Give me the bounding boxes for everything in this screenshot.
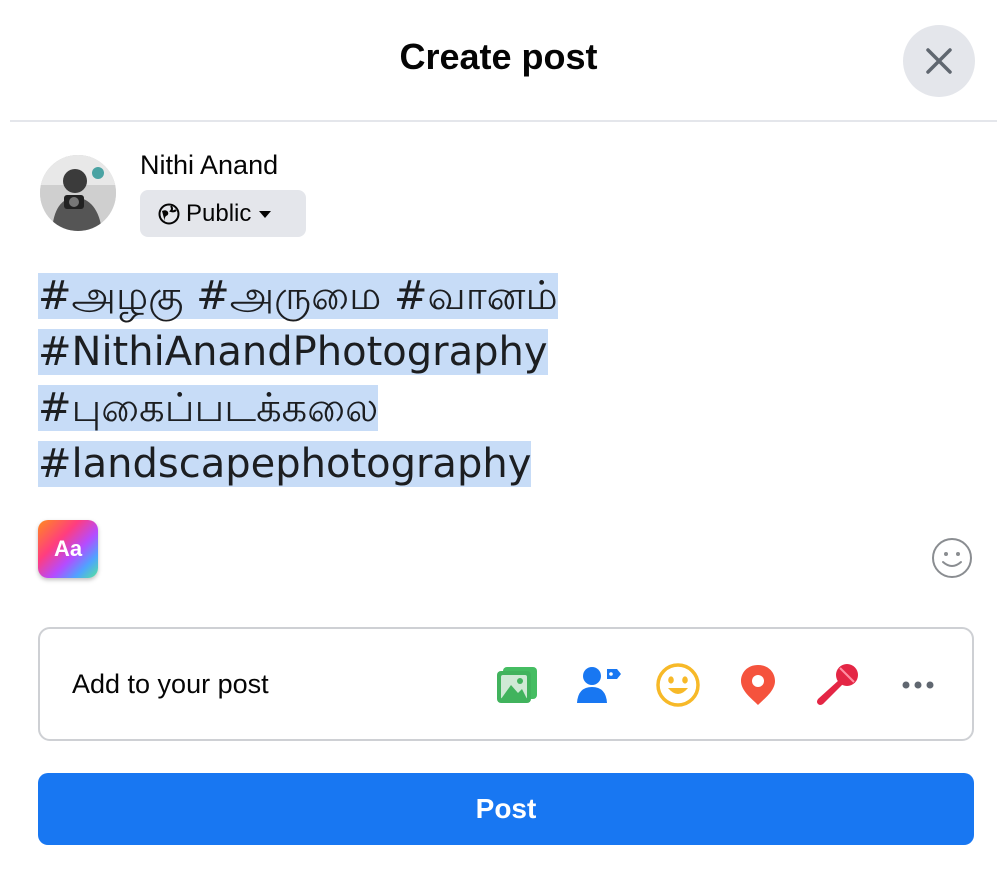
post-button[interactable]: Post <box>38 773 974 845</box>
close-icon <box>926 48 952 74</box>
feeling-activity-icon <box>656 663 700 707</box>
post-text-area[interactable]: #அழகு #அருமை #வானம் #NithiAnandPhotograp… <box>38 268 938 492</box>
avatar[interactable] <box>40 155 116 231</box>
privacy-label: Public <box>186 199 252 227</box>
check-in-icon <box>741 665 775 705</box>
more-button[interactable] <box>892 659 944 711</box>
background-style-label: Aa <box>53 536 83 561</box>
photo-video-button[interactable] <box>492 659 544 711</box>
add-to-post-panel: Add to your post <box>38 627 974 741</box>
post-text-line: #புகைப்படக்கலை <box>38 385 379 431</box>
tag-people-button[interactable] <box>572 659 624 711</box>
globe-icon <box>158 203 180 224</box>
post-text-line: #அழகு #அருமை #வானம் <box>38 273 558 319</box>
check-in-button[interactable] <box>732 659 784 711</box>
tag-people-icon <box>577 667 621 703</box>
smiley-icon <box>932 538 972 578</box>
emoji-button[interactable] <box>931 537 973 579</box>
background-style-button[interactable]: Aa <box>38 520 98 578</box>
dialog-title: Create post <box>399 36 598 77</box>
more-icon <box>902 681 934 689</box>
add-to-post-label: Add to your post <box>72 669 269 699</box>
photo-video-icon <box>497 667 537 703</box>
privacy-selector[interactable]: Public <box>140 190 306 237</box>
live-mic-icon <box>817 664 858 705</box>
header-divider <box>10 120 997 122</box>
chevron-down-icon <box>259 210 272 218</box>
user-name[interactable]: Nithi Anand <box>140 150 278 181</box>
dialog-header: Create post <box>0 0 997 120</box>
feeling-activity-button[interactable] <box>652 659 704 711</box>
close-button[interactable] <box>903 25 975 97</box>
live-button[interactable] <box>812 659 864 711</box>
post-text-line: #landscapephotography <box>38 441 532 487</box>
post-text-line: #NithiAnandPhotography <box>38 329 548 375</box>
